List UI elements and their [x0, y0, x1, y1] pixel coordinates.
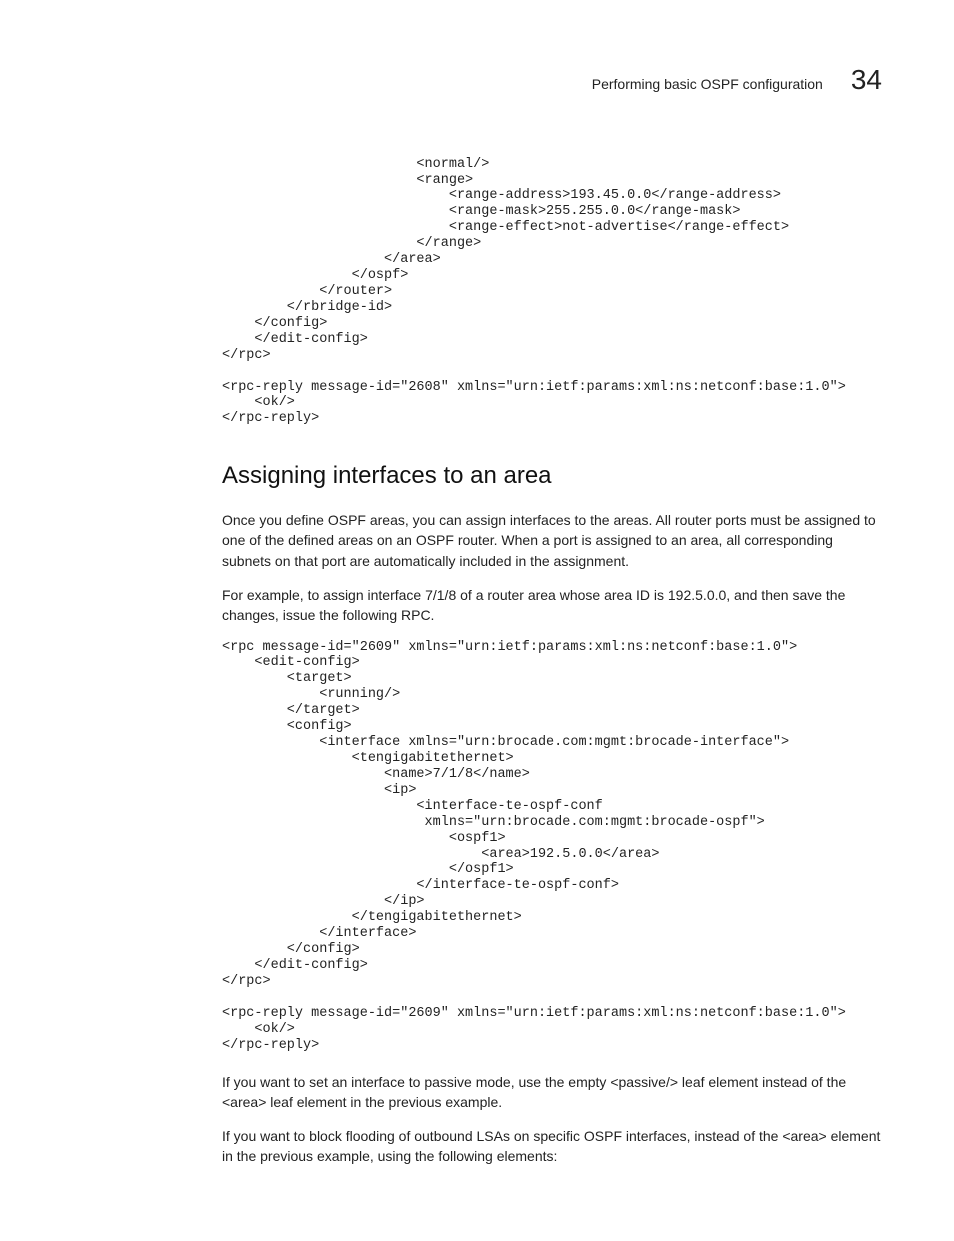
running-head-title: Performing basic OSPF configuration	[592, 74, 823, 94]
code-block-rpc-2: <rpc message-id="2609" xmlns="urn:ietf:p…	[222, 640, 882, 1054]
body-paragraph: If you want to set an interface to passi…	[222, 1072, 882, 1113]
page-header: Performing basic OSPF configuration 34	[72, 60, 882, 101]
code-block-rpc-1: <normal/> <range> <range-address>193.45.…	[222, 157, 882, 428]
body-paragraph: If you want to block flooding of outboun…	[222, 1126, 882, 1167]
body-paragraph: For example, to assign interface 7/1/8 o…	[222, 585, 882, 626]
content-body: <normal/> <range> <range-address>193.45.…	[72, 157, 882, 1167]
chapter-number: 34	[851, 60, 882, 101]
section-heading: Assigning interfaces to an area	[222, 459, 882, 494]
body-paragraph: Once you define OSPF areas, you can assi…	[222, 510, 882, 571]
